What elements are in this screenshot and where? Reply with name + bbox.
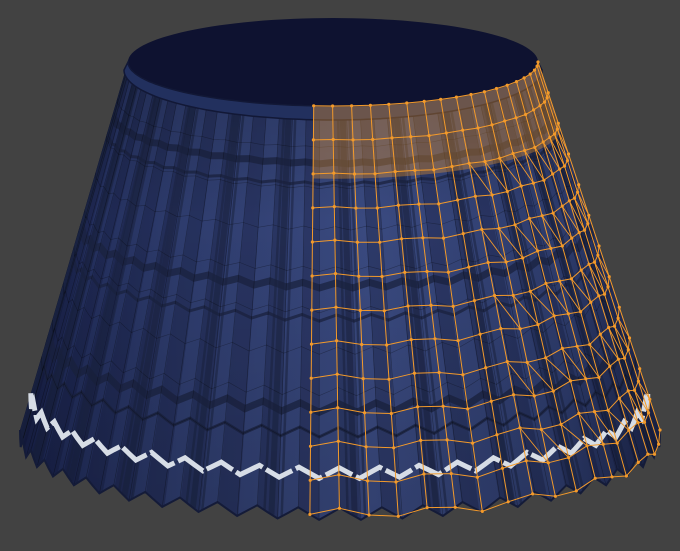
skirt-model-render[interactable] — [0, 0, 680, 551]
3d-viewport[interactable] — [0, 0, 680, 551]
